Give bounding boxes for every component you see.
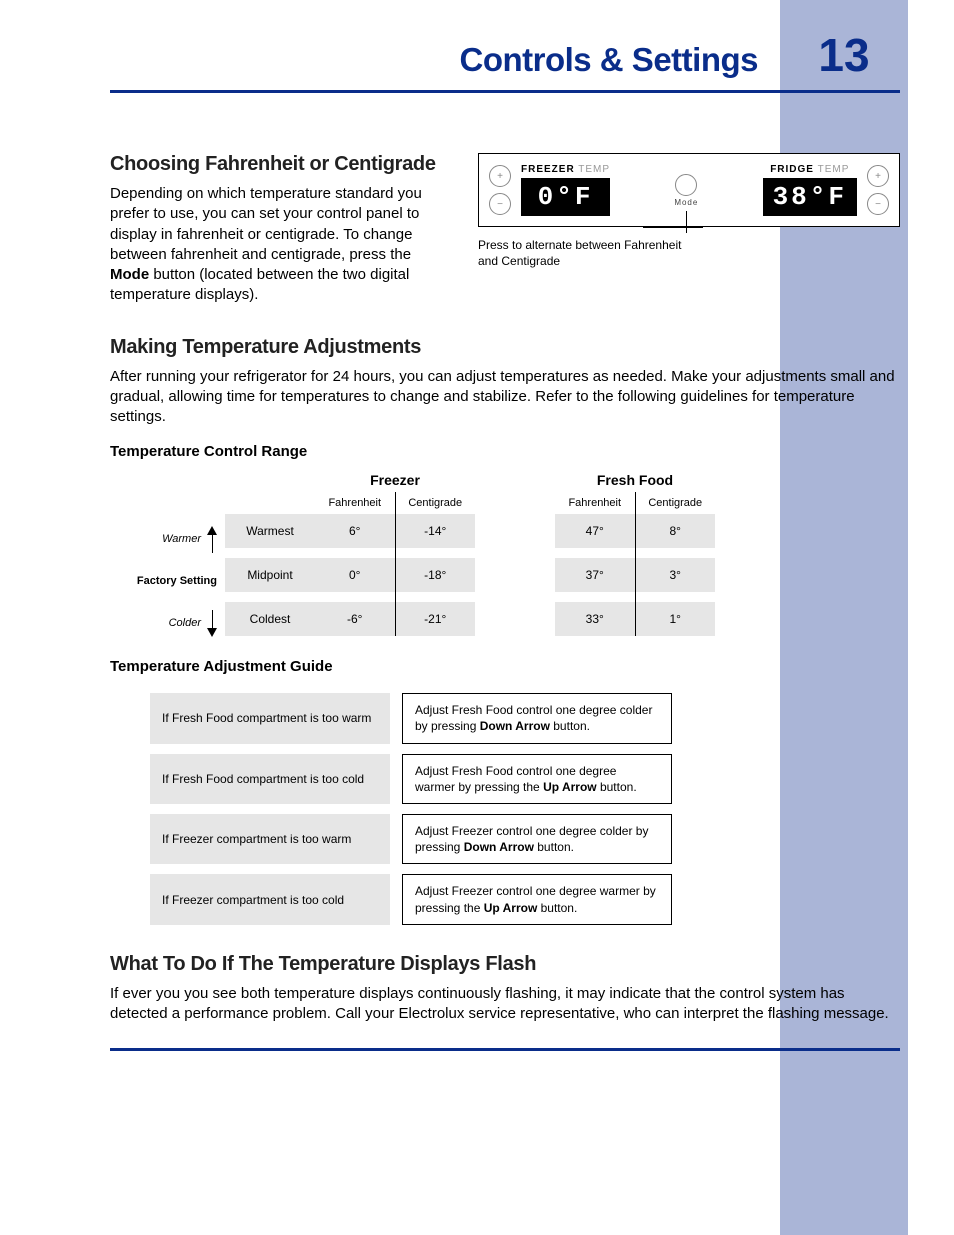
page-number: 13 <box>780 28 908 82</box>
condition: If Freezer compartment is too cold <box>150 874 390 924</box>
cell: 37° <box>555 558 635 592</box>
section3-paragraph: If ever you you see both temperature dis… <box>110 984 900 1025</box>
colder-label: Colder <box>169 617 201 629</box>
section1-heading: Choosing Fahrenheit or Centigrade <box>110 153 450 176</box>
section1-paragraph: Depending on which temperature standard … <box>110 184 450 306</box>
action: Adjust Freezer control one degree warmer… <box>402 874 672 924</box>
row-label: Warmest <box>225 514 315 548</box>
action: Adjust Fresh Food control one degree col… <box>402 693 672 743</box>
table-row: If Fresh Food compartment is too coldAdj… <box>150 754 672 804</box>
col-freezer: Freezer <box>315 468 475 492</box>
condition: If Fresh Food compartment is too cold <box>150 754 390 804</box>
text: button (located between the two digital … <box>110 266 409 303</box>
condition: If Fresh Food compartment is too warm <box>150 693 390 743</box>
control-panel-illustration: + − FREEZER TEMP 0°F Mode FRIDGE TEMP <box>478 153 900 227</box>
footer-rule <box>110 1048 900 1051</box>
cell: 33° <box>555 602 635 636</box>
factory-setting-label: Factory Setting <box>137 575 217 587</box>
sub-cen: Centigrade <box>395 492 475 514</box>
arrow-down-icon <box>207 628 217 637</box>
adjustment-guide-table: If Fresh Food compartment is too warmAdj… <box>150 683 672 935</box>
freezer-down-icon: − <box>489 193 511 215</box>
cell: -6° <box>315 602 395 636</box>
fridge-display: 38°F <box>763 178 857 216</box>
section2-heading: Making Temperature Adjustments <box>110 336 900 359</box>
mode-word: Mode <box>110 266 149 283</box>
fridge-down-icon: − <box>867 193 889 215</box>
temperature-range-table: FreezerFresh Food FahrenheitCentigradeFa… <box>225 468 715 636</box>
header-rule <box>110 90 900 93</box>
row-label: Midpoint <box>225 558 315 592</box>
sub-fah: Fahrenheit <box>315 492 395 514</box>
page-header: Controls & Settings 13 <box>110 28 900 82</box>
sub-cen2: Centigrade <box>635 492 715 514</box>
fridge-up-icon: + <box>867 165 889 187</box>
cell: 47° <box>555 514 635 548</box>
section2-paragraph: After running your refrigerator for 24 h… <box>110 367 900 428</box>
sub-fah2: Fahrenheit <box>555 492 635 514</box>
range-table-wrap: Warmer Factory Setting Colder Freezer Fre… <box>110 468 900 644</box>
action: Adjust Freezer control one degree colder… <box>402 814 672 864</box>
section3-heading: What To Do If The Temperature Displays F… <box>110 953 900 976</box>
mode-button-illustration: Mode <box>674 174 698 207</box>
page-title: Controls & Settings <box>459 41 758 79</box>
cell: 1° <box>635 602 715 636</box>
table-row: If Freezer compartment is too warmAdjust… <box>150 814 672 864</box>
condition: If Freezer compartment is too warm <box>150 814 390 864</box>
freezer-up-icon: + <box>489 165 511 187</box>
cell: -14° <box>395 514 475 548</box>
text: Depending on which temperature standard … <box>110 185 422 263</box>
arrow-up-icon <box>207 526 217 535</box>
cell: -18° <box>395 558 475 592</box>
cell: 6° <box>315 514 395 548</box>
guide-heading: Temperature Adjustment Guide <box>110 658 900 675</box>
freezer-label: FREEZER TEMP <box>521 164 610 175</box>
cell: 8° <box>635 514 715 548</box>
fridge-label: FRIDGE TEMP <box>763 164 857 175</box>
warmer-label: Warmer <box>162 533 201 545</box>
action: Adjust Fresh Food control one degree war… <box>402 754 672 804</box>
cell: 3° <box>635 558 715 592</box>
cell: -21° <box>395 602 475 636</box>
table-row: If Freezer compartment is too coldAdjust… <box>150 874 672 924</box>
mode-label: Mode <box>674 198 698 207</box>
panel-caption: Press to alternate between Fahrenheit an… <box>478 237 698 269</box>
col-fresh: Fresh Food <box>555 468 715 492</box>
freezer-display: 0°F <box>521 178 610 216</box>
row-label: Coldest <box>225 602 315 636</box>
mode-circle-icon <box>675 174 697 196</box>
range-heading: Temperature Control Range <box>110 443 900 460</box>
cell: 0° <box>315 558 395 592</box>
table-row: If Fresh Food compartment is too warmAdj… <box>150 693 672 743</box>
